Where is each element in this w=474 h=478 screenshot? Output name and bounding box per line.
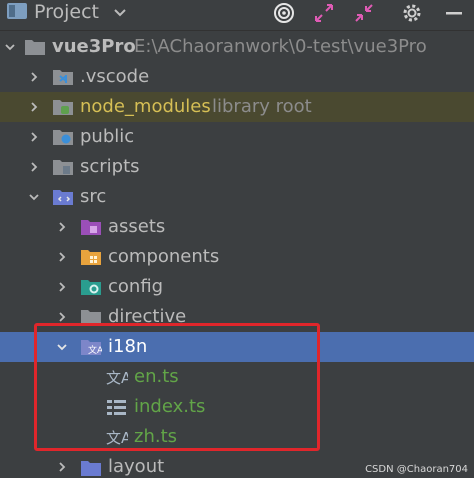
tree-item-assets[interactable]: assets [0, 212, 474, 242]
project-toolbar: Project [0, 0, 474, 31]
tree-item-scripts[interactable]: scripts [0, 152, 474, 182]
tree-item-root[interactable]: vue3Pro E:\AChaoranwork\0-test\vue3Pro [0, 32, 474, 62]
tree-item-zh-ts[interactable]: 文A zh.ts [0, 422, 474, 452]
folder-i18n-icon: 文A [81, 340, 102, 356]
tree-item-label: scripts [80, 156, 140, 177]
tree-item-label: zh.ts [134, 426, 178, 447]
tree-item-index-ts[interactable]: index.ts [0, 392, 474, 422]
chevron-down-icon[interactable] [4, 41, 16, 53]
folder-library-icon [53, 100, 73, 115]
svg-text:文A: 文A [106, 429, 128, 447]
folder-assets-icon [81, 220, 101, 235]
tree-item-label: public [80, 126, 135, 147]
folder-icon [53, 160, 73, 175]
chevron-right-icon[interactable] [28, 131, 40, 143]
folder-web-icon [53, 130, 73, 145]
translation-file-icon: 文A [106, 429, 128, 447]
tree-item-node-modules[interactable]: node_modules library root [0, 92, 474, 122]
tree-item-en-ts[interactable]: 文A en.ts [0, 362, 474, 392]
chevron-down-icon[interactable] [28, 191, 40, 203]
hide-panel-icon[interactable] [442, 1, 466, 25]
svg-text:文A: 文A [88, 344, 102, 356]
tree-item-label: node_modules [80, 96, 211, 117]
locate-target-icon[interactable] [272, 1, 296, 25]
translation-file-icon: 文A [106, 369, 128, 387]
folder-layout-icon [81, 461, 101, 476]
tree-item-directive[interactable]: directive [0, 302, 474, 324]
chevron-right-icon[interactable] [56, 221, 68, 233]
tree-item-label: src [80, 186, 107, 207]
svg-text:文A: 文A [106, 369, 128, 387]
tree-item-label: config [108, 276, 164, 297]
tree-item-label: assets [108, 216, 166, 237]
chevron-right-icon[interactable] [56, 461, 68, 473]
project-window-icon [7, 3, 27, 19]
folder-components-icon [81, 250, 101, 265]
tree-item-label: index.ts [134, 396, 206, 417]
folder-icon [81, 310, 101, 324]
library-root-hint: library root [212, 96, 312, 117]
tree-item-label: .vscode [80, 66, 150, 87]
tree-item-config[interactable]: config [0, 272, 474, 302]
tree-item-public[interactable]: public [0, 122, 474, 152]
tree-item-label: layout [108, 456, 165, 477]
project-title[interactable]: Project [34, 1, 99, 23]
folder-source-icon [53, 190, 73, 205]
settings-gear-icon[interactable] [400, 1, 424, 25]
expand-all-icon[interactable] [312, 1, 336, 25]
tree-item-label: en.ts [134, 366, 179, 387]
root-folder-path: E:\AChaoranwork\0-test\vue3Pro [134, 36, 427, 57]
chevron-down-icon[interactable] [112, 4, 128, 20]
folder-vscode-icon [53, 70, 73, 85]
tree-item-label: directive [108, 306, 187, 324]
chevron-right-icon[interactable] [56, 311, 68, 323]
tree-item-src[interactable]: src [0, 182, 474, 212]
tree-item-vscode[interactable]: .vscode [0, 62, 474, 92]
list-file-icon [107, 400, 126, 415]
watermark: CSDN @Chaoran704 [365, 464, 468, 475]
folder-icon [25, 40, 45, 55]
root-folder-label: vue3Pro [52, 36, 136, 57]
chevron-right-icon[interactable] [56, 251, 68, 263]
chevron-right-icon[interactable] [28, 71, 40, 83]
tree-item-label: i18n [108, 336, 148, 357]
collapse-all-icon[interactable] [352, 1, 376, 25]
chevron-down-icon[interactable] [56, 341, 68, 353]
chevron-right-icon[interactable] [56, 281, 68, 293]
folder-config-icon [81, 280, 101, 295]
tree-item-components[interactable]: components [0, 242, 474, 272]
tree-item-label: components [108, 246, 220, 267]
chevron-right-icon[interactable] [28, 161, 40, 173]
chevron-right-icon[interactable] [28, 101, 40, 113]
tree-item-i18n[interactable]: 文A i18n [0, 332, 474, 362]
